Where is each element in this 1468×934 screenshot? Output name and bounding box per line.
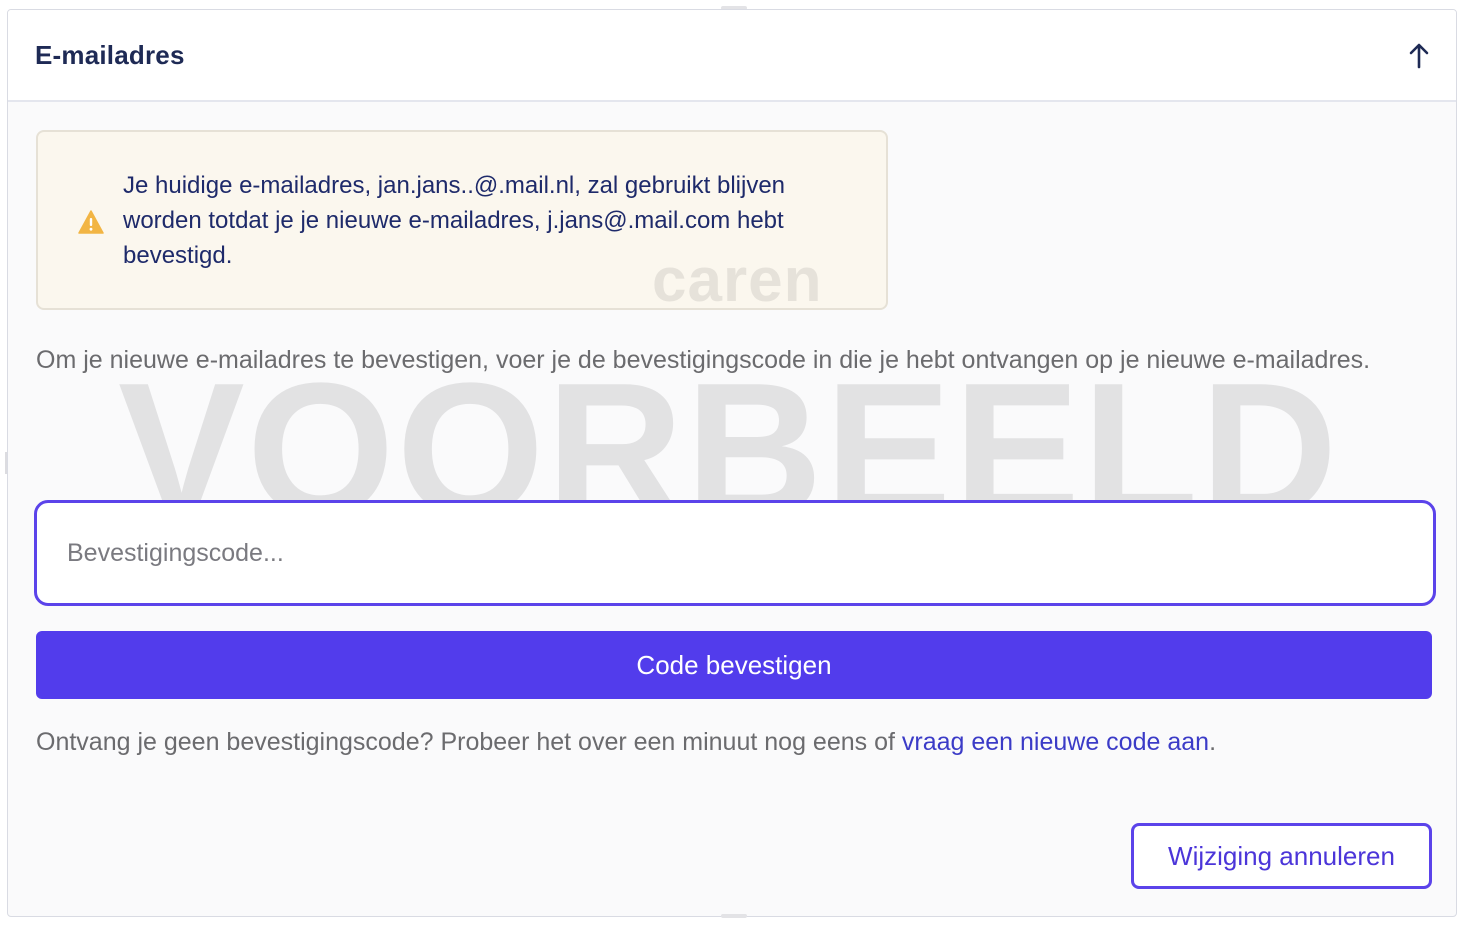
section-title: E-mailadres (35, 40, 185, 70)
resend-text: Ontvang je geen bevestigingscode? Probee… (36, 728, 902, 756)
resend-info: Ontvang je geen bevestigingscode? Probee… (36, 728, 1216, 757)
confirm-code-button[interactable]: Code bevestigen (36, 631, 1432, 699)
request-new-code-link[interactable]: vraag een nieuwe code aan (902, 728, 1209, 756)
verification-code-input[interactable] (34, 500, 1436, 606)
warning-alert: Je huidige e-mailadres, jan.jans..@.mail… (36, 130, 888, 310)
card-header[interactable]: E-mailadres (8, 10, 1456, 102)
email-settings-card: E-mailadres Je huidige e-mailadres, jan.… (7, 9, 1457, 917)
arrow-up-icon (1409, 43, 1429, 69)
bottom-drag-handle (721, 914, 747, 918)
warning-triangle-icon (78, 210, 104, 234)
resend-suffix: . (1209, 728, 1217, 756)
collapse-button[interactable] (1402, 38, 1436, 74)
warning-message: Je huidige e-mailadres, jan.jans..@.mail… (123, 172, 786, 269)
cancel-change-button[interactable]: Wijziging annuleren (1131, 823, 1432, 889)
page: E-mailadres Je huidige e-mailadres, jan.… (0, 0, 1468, 934)
instruction-text: Om je nieuwe e-mailadres te bevestigen, … (36, 346, 1371, 374)
